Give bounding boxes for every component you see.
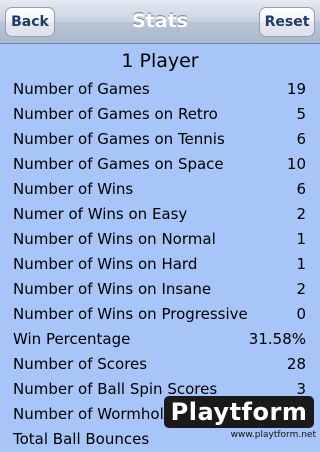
watermark-url: www.playtform.net bbox=[230, 430, 316, 440]
stat-label: Numer of Wins on Easy bbox=[13, 205, 188, 223]
stat-label: Number of Wins on Normal bbox=[13, 230, 216, 248]
stat-row: Number of Wins 6 bbox=[0, 177, 320, 202]
stat-label: Number of Wins bbox=[13, 180, 134, 198]
stat-row: Number of Scores 28 bbox=[0, 352, 320, 377]
stat-row: Number of Games on Space 10 bbox=[0, 152, 320, 177]
stat-value: 5 bbox=[296, 105, 306, 123]
stat-label: Number of Wins on Hard bbox=[13, 255, 198, 273]
watermark-brand: Playtform bbox=[164, 396, 314, 428]
stat-value: 6 bbox=[296, 130, 306, 148]
playtform-watermark: Playtform www.playtform.net bbox=[156, 396, 316, 440]
stat-row: Number of Wins on Insane 2 bbox=[0, 277, 320, 302]
stat-value: 19 bbox=[286, 80, 306, 98]
stat-label: Number of Games bbox=[13, 80, 150, 98]
stat-row: Number of Wins on Hard 1 bbox=[0, 252, 320, 277]
section-title: 1 Player bbox=[121, 50, 199, 72]
stat-row: Number of Wins on Progressive 0 bbox=[0, 302, 320, 327]
stat-value: 10 bbox=[286, 155, 306, 173]
stat-value: 6 bbox=[296, 180, 306, 198]
stat-label: Number of Wormhole bbox=[13, 405, 173, 423]
stat-label: Number of Games on Space bbox=[13, 155, 224, 173]
stat-label: Number of Wins on Insane bbox=[13, 280, 212, 298]
stat-label: Number of Games on Retro bbox=[13, 105, 218, 123]
stat-value: 0 bbox=[296, 305, 306, 323]
stat-value: 2 bbox=[296, 280, 306, 298]
navigation-bar: Back Stats Reset bbox=[0, 0, 320, 44]
stat-row: Number of Games on Tennis 6 bbox=[0, 127, 320, 152]
stat-row: Number of Games 19 bbox=[0, 77, 320, 102]
reset-button[interactable]: Reset bbox=[259, 7, 315, 37]
stat-label: Number of Wins on Progressive bbox=[13, 305, 248, 323]
stat-label: Number of Scores bbox=[13, 355, 148, 373]
stat-label: Win Percentage bbox=[13, 330, 131, 348]
stat-value: 2 bbox=[296, 205, 306, 223]
stat-row: Win Percentage 31.58% bbox=[0, 327, 320, 352]
stat-label: Total Ball Bounces bbox=[13, 430, 150, 448]
stat-value: 28 bbox=[286, 355, 306, 373]
stat-row: Number of Wins on Normal 1 bbox=[0, 227, 320, 252]
stat-value: 31.58% bbox=[248, 330, 306, 348]
stat-row: Numer of Wins on Easy 2 bbox=[0, 202, 320, 227]
stat-label: Number of Games on Tennis bbox=[13, 130, 225, 148]
stat-row: Number of Games on Retro 5 bbox=[0, 102, 320, 127]
stat-value: 1 bbox=[296, 230, 306, 248]
stat-value: 1 bbox=[296, 255, 306, 273]
